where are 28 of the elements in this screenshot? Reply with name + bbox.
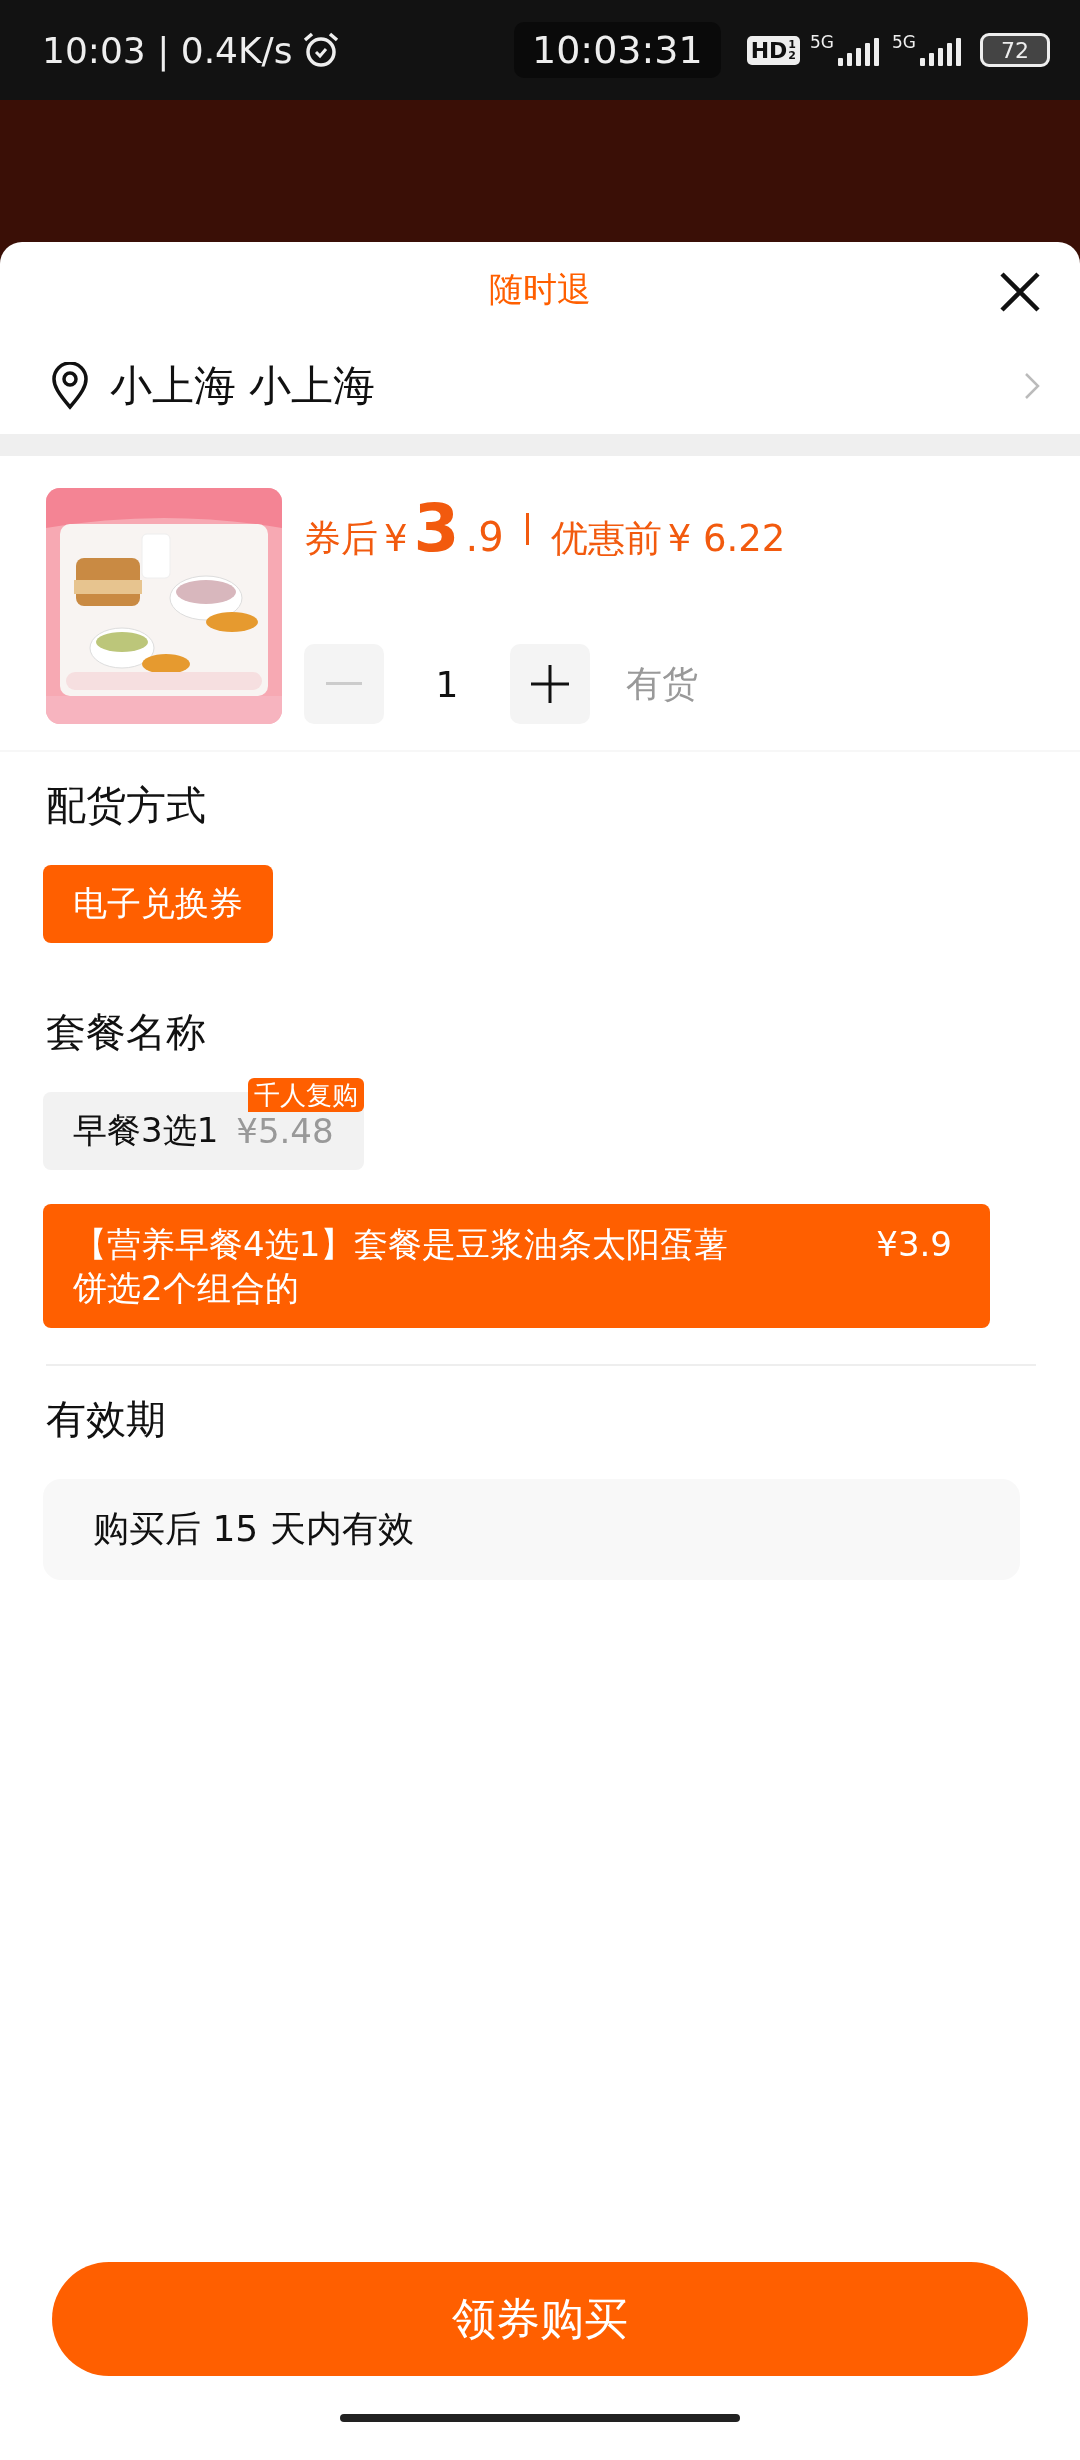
stock-status: 有货 bbox=[626, 661, 698, 706]
quantity-value: 1 bbox=[434, 663, 460, 705]
home-indicator[interactable] bbox=[340, 2414, 740, 2422]
package-option[interactable]: 【营养早餐4选1】套餐是豆浆油条太阳蛋薯饼选2个组合的 ¥3.9 bbox=[43, 1204, 990, 1328]
close-icon[interactable] bbox=[998, 270, 1042, 314]
price-label: 券后 bbox=[304, 516, 378, 562]
plus-button[interactable] bbox=[510, 644, 590, 724]
price-integer: 3 bbox=[413, 490, 460, 567]
section-heading: 套餐名称 bbox=[45, 1008, 206, 1057]
price-decimal: .9 bbox=[465, 514, 504, 560]
original-price: ¥ 6.22 bbox=[667, 517, 786, 560]
section-heading: 配货方式 bbox=[45, 781, 206, 830]
price-label: 优惠前 bbox=[550, 516, 662, 562]
status-time: 10:03 | 0.4K/s bbox=[42, 29, 293, 71]
option-chip[interactable]: 电子兑换券 bbox=[43, 865, 273, 943]
minus-icon bbox=[326, 682, 362, 686]
sheet-title: 随时退 bbox=[489, 268, 591, 311]
validity-text: 购买后 15 天内有效 bbox=[43, 1479, 1020, 1580]
location-pin-icon bbox=[50, 362, 90, 410]
clock-text: 10:03:31 bbox=[514, 22, 721, 78]
chevron-right-icon[interactable] bbox=[1024, 372, 1040, 400]
section-heading: 有效期 bbox=[45, 1395, 166, 1444]
location-text[interactable]: 小上海 小上海 bbox=[110, 358, 1004, 414]
buy-button[interactable]: 领券购买 bbox=[52, 2262, 1028, 2376]
repurchase-badge: 千人复购 bbox=[247, 1078, 364, 1112]
currency-symbol: ¥ bbox=[384, 517, 408, 560]
plus-icon bbox=[531, 665, 569, 703]
battery-icon: 72 bbox=[980, 33, 1050, 67]
